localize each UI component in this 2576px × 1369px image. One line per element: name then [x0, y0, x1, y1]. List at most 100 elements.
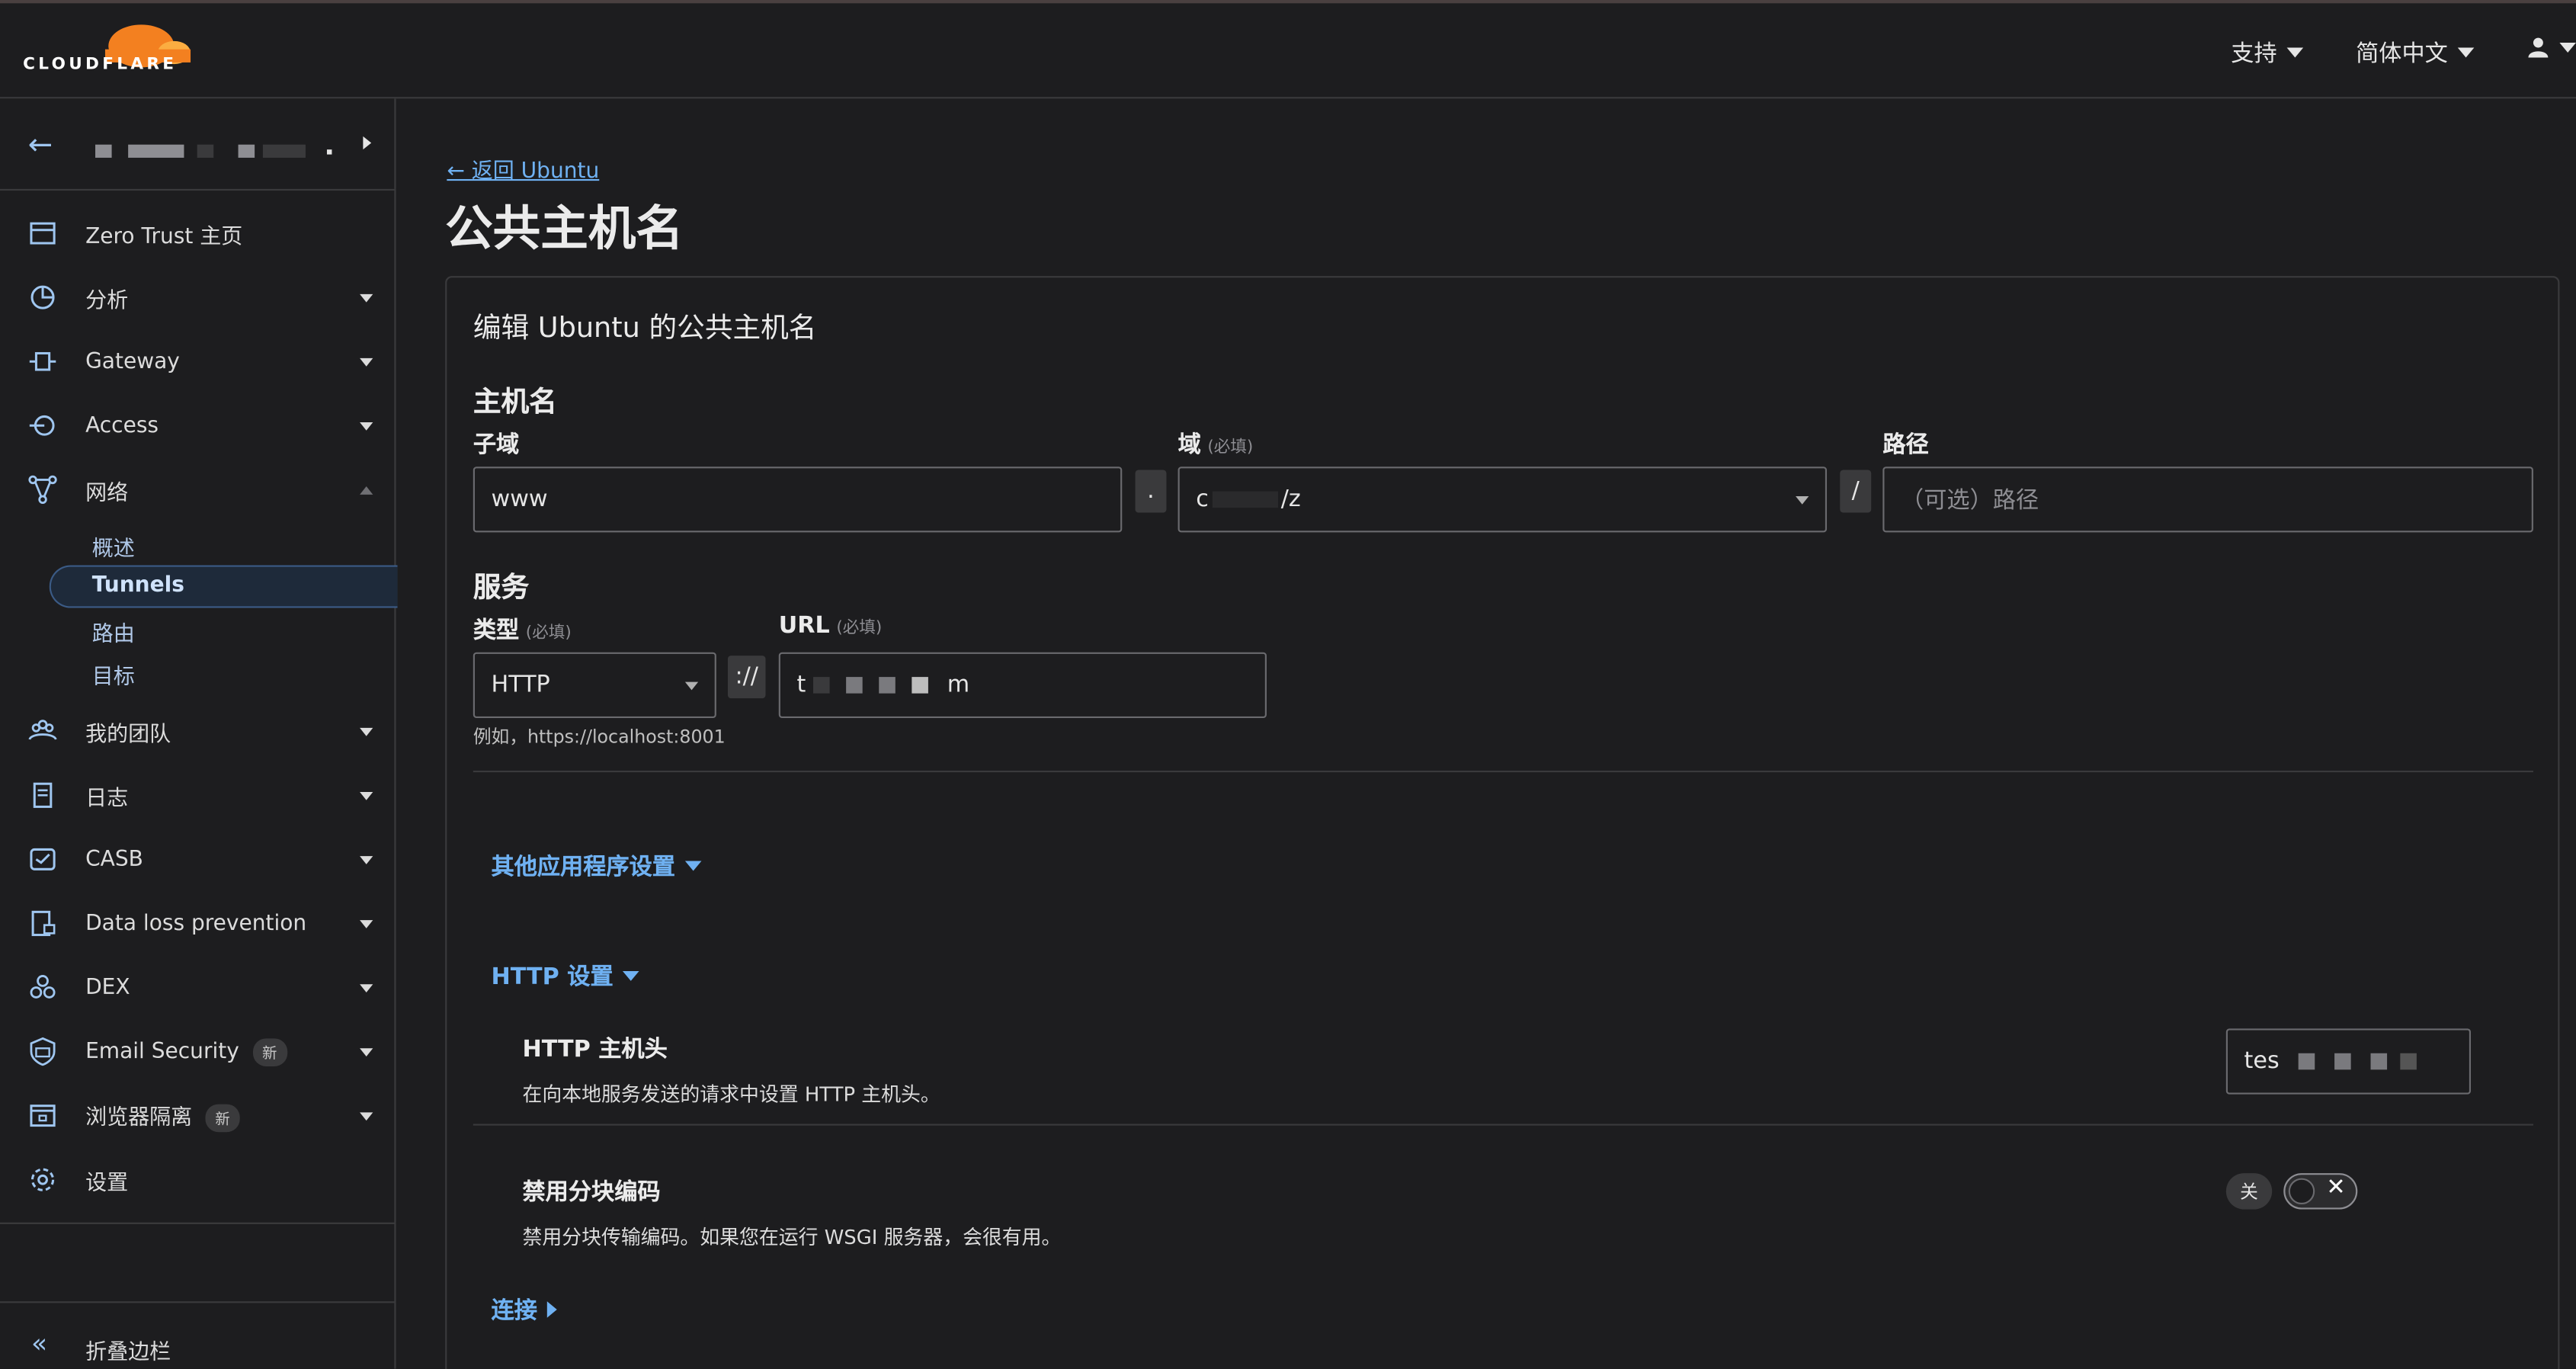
sidebar-item-label: CASB	[85, 847, 143, 872]
sidebar-item-label: DEX	[85, 975, 130, 1000]
sidebar-item-label: Data loss prevention	[85, 911, 307, 936]
toggle-knob	[2288, 1178, 2315, 1205]
other-app-settings-toggle[interactable]: 其他应用程序设置	[492, 849, 702, 882]
user-menu[interactable]	[2526, 36, 2576, 59]
sidebar-item-label: Zero Trust 主页	[85, 224, 243, 249]
gateway-icon	[29, 351, 56, 371]
sidebar: ← Zero Trust 主页 分析 Gateway Access 网络 概述 …	[0, 98, 398, 1369]
sidebar-item-networks[interactable]: 网络	[0, 460, 394, 520]
path-label: 路径	[1882, 431, 1929, 459]
hostname-section-title: 主机名	[473, 386, 557, 419]
path-placeholder: （可选）路径	[1901, 488, 2039, 515]
chevron-down-icon	[360, 1111, 373, 1121]
dropdown-caret-icon	[684, 681, 699, 691]
collapse-sidebar-button[interactable]: « 折叠边栏	[0, 1318, 394, 1369]
card-title: 编辑 Ubuntu 的公共主机名	[473, 312, 817, 345]
dropdown-caret-icon	[1796, 495, 1809, 505]
email-shield-icon	[30, 1037, 56, 1066]
http-host-header-title: HTTP 主机头	[522, 1037, 668, 1063]
dot-separator: .	[1135, 470, 1167, 513]
chevron-right-icon	[546, 1301, 557, 1318]
edit-hostname-card: 编辑 Ubuntu 的公共主机名 主机名 子域 www . 域 (必填) c/z …	[445, 276, 2560, 1369]
chevron-down-icon	[360, 1047, 373, 1056]
connection-settings-toggle[interactable]: 连接	[492, 1293, 557, 1326]
sidebar-item-settings[interactable]: 设置	[0, 1150, 394, 1210]
sidebar-item-logs[interactable]: 日志	[0, 766, 394, 826]
top-bar: CLOUDFLARE 支持 简体中文	[0, 0, 2576, 99]
language-menu[interactable]: 简体中文	[2356, 36, 2475, 69]
sidebar-item-browser-isolation[interactable]: 浏览器隔离新	[0, 1086, 394, 1146]
language-label: 简体中文	[2356, 40, 2448, 68]
main-content: ← 返回 Ubuntu 公共主机名 编辑 Ubuntu 的公共主机名 主机名 子…	[396, 98, 2575, 1369]
path-input[interactable]: （可选）路径	[1882, 466, 2533, 533]
redacted-account-name	[95, 144, 112, 158]
sidebar-item-my-team[interactable]: 我的团队	[0, 701, 394, 761]
browser-isolation-icon	[30, 1104, 56, 1127]
url-hint: 例如，https://localhost:8001	[473, 726, 726, 748]
subdomain-input[interactable]: www	[473, 466, 1123, 533]
new-badge: 新	[205, 1104, 240, 1133]
domain-select[interactable]: c/z	[1177, 466, 1828, 533]
disable-chunked-title: 禁用分块编码	[522, 1179, 661, 1207]
domain-label: 域 (必填)	[1177, 431, 1254, 459]
sidebar-item-access[interactable]: Access	[0, 396, 394, 455]
sidebar-subitem-tunnels[interactable]: Tunnels	[92, 573, 184, 598]
collapse-label: 折叠边栏	[85, 1340, 171, 1366]
chevron-down-icon	[360, 421, 373, 430]
document-lock-icon	[31, 910, 56, 937]
domain-value: c/z	[1196, 486, 1301, 513]
http-host-header-input[interactable]: tes	[2225, 1028, 2472, 1095]
url-label: URL (必填)	[778, 613, 883, 640]
sidebar-item-label: 分析	[85, 288, 129, 313]
url-value: tm	[796, 672, 970, 699]
service-section-title: 服务	[473, 572, 530, 605]
log-icon	[33, 782, 53, 808]
user-icon	[2528, 37, 2549, 58]
sidebar-item-gateway[interactable]: Gateway	[0, 332, 394, 391]
sidebar-item-label: 网络	[85, 480, 129, 505]
redacted-account-name	[326, 149, 332, 155]
http-host-header-value: tes	[2244, 1048, 2417, 1075]
subdomain-label: 子域	[473, 431, 520, 459]
back-to-tunnel-link[interactable]: ← 返回 Ubuntu	[447, 152, 599, 184]
pie-chart-icon	[30, 285, 55, 309]
sidebar-item-email-security[interactable]: Email Security 新	[0, 1022, 394, 1082]
service-type-select[interactable]: HTTP	[473, 652, 716, 718]
sidebar-item-label: 我的团队	[85, 722, 171, 747]
sidebar-item-analytics[interactable]: 分析	[0, 268, 394, 327]
disable-chunked-desc: 禁用分块传输编码。如果您在运行 WSGI 服务器，会很有用。	[522, 1226, 1062, 1249]
chevron-down-icon	[623, 970, 640, 981]
divider	[473, 1124, 2533, 1126]
sidebar-item-label: 浏览器隔离新	[85, 1099, 240, 1133]
chevron-down-icon	[360, 919, 373, 928]
chevron-down-icon	[360, 726, 373, 736]
sidebar-item-dlp[interactable]: Data loss prevention	[0, 894, 394, 954]
chevron-right-icon	[363, 136, 372, 150]
sidebar-subitem-routes[interactable]: 路由	[92, 616, 135, 647]
cloudflare-logo[interactable]: CLOUDFLARE	[23, 17, 203, 82]
sidebar-item-dex[interactable]: DEX	[0, 958, 394, 1018]
sidebar-item-casb[interactable]: CASB	[0, 830, 394, 890]
back-arrow-icon[interactable]: ←	[28, 128, 53, 162]
sidebar-subitem-targets[interactable]: 目标	[92, 659, 135, 690]
chevron-down-icon	[360, 293, 373, 302]
sidebar-item-label: Access	[85, 413, 159, 438]
new-badge: 新	[252, 1037, 287, 1066]
disable-chunked-toggle[interactable]: ✕	[2283, 1173, 2358, 1210]
support-menu[interactable]: 支持	[2231, 36, 2304, 69]
sidebar-subitem-overview[interactable]: 概述	[92, 531, 135, 562]
url-input[interactable]: tm	[778, 652, 1267, 718]
logo-text: CLOUDFLARE	[23, 56, 178, 75]
type-label: 类型 (必填)	[473, 617, 572, 644]
http-settings-toggle[interactable]: HTTP 设置	[492, 960, 640, 992]
chevron-down-icon	[2457, 47, 2475, 58]
sidebar-item-label: Email Security 新	[85, 1037, 287, 1066]
account-switcher[interactable]: ←	[0, 98, 396, 191]
team-icon	[28, 720, 57, 740]
network-icon	[28, 475, 57, 505]
chevron-up-icon	[360, 485, 373, 494]
toggle-state-label: 关	[2225, 1173, 2273, 1210]
divider	[0, 1301, 396, 1303]
sidebar-item-zero-trust-home[interactable]: Zero Trust 主页	[0, 204, 394, 263]
sidebar-item-label: 设置	[85, 1170, 129, 1196]
